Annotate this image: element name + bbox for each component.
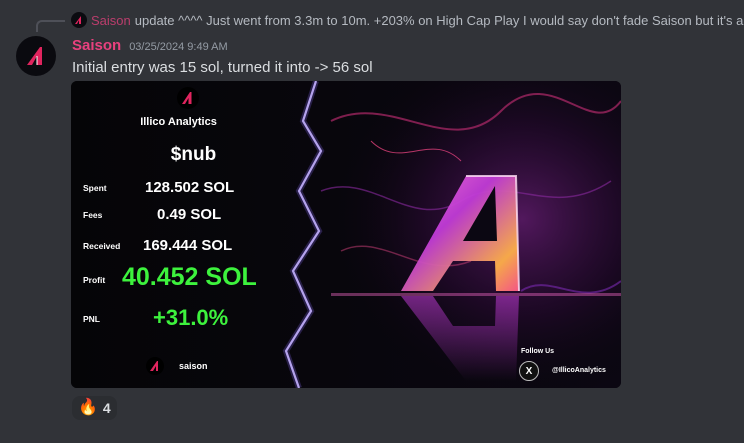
profit-value: 40.452 SOL: [122, 263, 257, 291]
twitter-handle: @IllicoAnalytics: [552, 367, 606, 374]
fees-label: Fees: [83, 210, 103, 220]
reply-text[interactable]: update ^^^^ Just went from 3.3m to 10m. …: [135, 13, 744, 28]
follow-us-label: Follow Us: [521, 348, 555, 355]
reply-spine: [36, 20, 65, 32]
fire-emoji-icon: 🔥: [78, 399, 98, 416]
message-username[interactable]: Saison: [72, 37, 121, 54]
spent-value: 128.502 SOL: [145, 179, 235, 196]
pnl-label: PNL: [83, 314, 100, 324]
token-ticker: $nub: [170, 144, 217, 165]
reply-username[interactable]: Saison: [91, 13, 131, 28]
footer-username: saison: [179, 361, 208, 371]
message-content: Initial entry was 15 sol, turned it into…: [72, 59, 373, 76]
fees-value: 0.49 SOL: [157, 206, 222, 223]
pnl-card-image[interactable]: Illico Analytics $nub Spent 128.502 SOL …: [71, 81, 621, 388]
received-label: Received: [83, 241, 121, 251]
reply-preview[interactable]: Saison update ^^^^ Just went from 3.3m t…: [71, 11, 744, 29]
illico-logo-icon: [177, 87, 199, 114]
reaction-count: 4: [102, 400, 111, 416]
footer-logo-icon: [146, 357, 164, 375]
pnl-value: +31.0%: [153, 305, 229, 330]
reaction-fire[interactable]: 🔥 4: [72, 396, 117, 420]
message-header: Saison 03/25/2024 9:49 AM: [72, 37, 228, 54]
avatar-logo-icon: [27, 47, 42, 65]
received-value: 169.444 SOL: [143, 237, 233, 254]
reply-avatar-icon[interactable]: [71, 12, 87, 28]
message-timestamp: 03/25/2024 9:49 AM: [129, 41, 228, 53]
brand-name: Illico Analytics: [140, 116, 217, 128]
spent-label: Spent: [83, 183, 107, 193]
x-logo-icon: X: [519, 361, 539, 381]
avatar[interactable]: [16, 36, 56, 76]
profit-label: Profit: [83, 275, 106, 285]
